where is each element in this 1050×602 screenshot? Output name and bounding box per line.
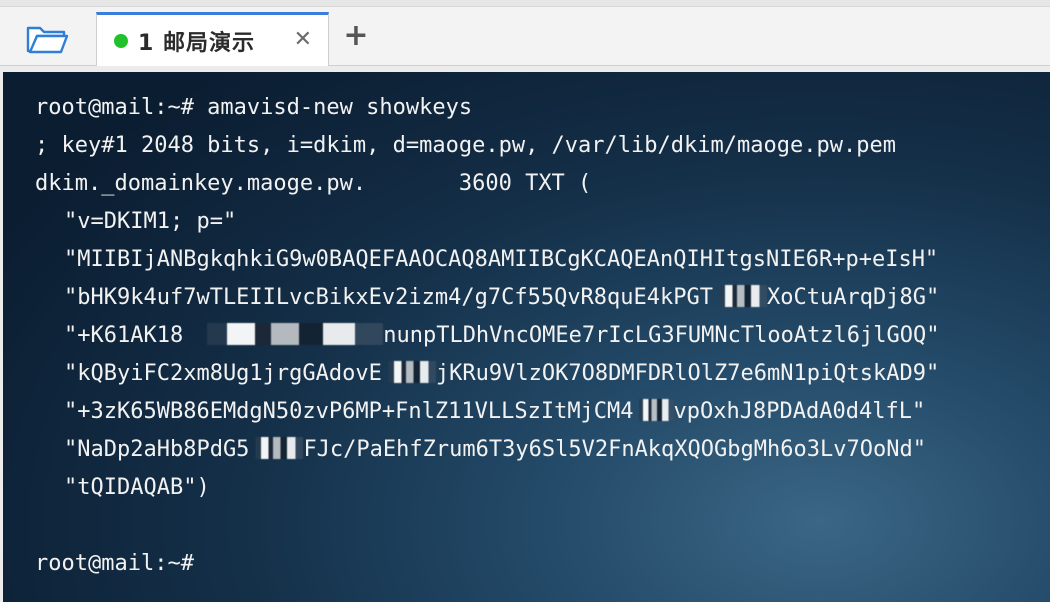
terminal-text: FJc/PaEhfZrum6T3y6Sl5V2FnAkqXQOGbgMh6o3L…: [303, 437, 926, 462]
tab-mail-demo[interactable]: 1 邮局演示 ✕: [96, 12, 329, 66]
terminal-line: "tQIDAQAB"): [64, 475, 210, 500]
redacted-block: [381, 361, 436, 383]
terminal-text: "NaDp2aHb8PdG5: [64, 437, 250, 462]
terminal-line: "bHK9k4uf7wTLEIILvcBikxEv2izm4/g7Cf55QvR…: [64, 284, 939, 312]
tab-title: 邮局演示: [162, 30, 255, 56]
terminal-text: vpOxhJ8PDAdA0d4lfL": [673, 399, 926, 424]
terminal-text: "bHK9k4uf7wTLEIILvcBikxEv2izm4/g7Cf55QvR…: [64, 285, 714, 310]
terminal-line: "kQByiFC2xm8Ug1jrgGAdovE jKRu9VlzOK7O8DMF…: [64, 360, 939, 388]
plus-icon[interactable]: +: [340, 20, 372, 52]
tab-number: 1: [138, 30, 155, 56]
terminal-text: "+3zK65WB86EMdgN50zvP6MP+FnlZ11VLLSzItMj…: [64, 399, 634, 424]
terminal-output[interactable]: root@mail:~# amavisd-new showkeys ; key#…: [3, 72, 1050, 602]
terminal-text: "+K61AK18: [64, 323, 184, 348]
terminal-prompt: root@mail:~#: [35, 551, 194, 576]
terminal-line: "+K61AK18 nunpTLDhVncOMEe7rIcLG3FUMNcTloo…: [64, 322, 940, 350]
redacted-block: [633, 399, 674, 421]
terminal-text: "kQByiFC2xm8Ug1jrgGAdovE: [64, 361, 382, 386]
terminal-line: "v=DKIM1; p=": [64, 209, 237, 234]
redacted-block: [249, 437, 304, 459]
terminal-text: nunpTLDhVncOMEe7rIcLG3FUMNcTlooAtzl6jlGO…: [383, 323, 940, 348]
terminal-line: root@mail:~# amavisd-new showkeys: [35, 95, 473, 120]
tab-bar: 1 邮局演示 ✕ +: [0, 0, 1050, 66]
terminal-line: "+3zK65WB86EMdgN50zvP6MP+FnlZ11VLLSzItMj…: [64, 398, 925, 426]
terminal-text: jKRu9VlzOK7O8DMFDRlOlZ7e6mN1piQtskAD9": [435, 361, 940, 386]
terminal-line: "MIIBIjANBgkqhkiG9w0BAQEFAAOCAQ8AMIIBCgK…: [64, 247, 939, 272]
terminal-line: "NaDp2aHb8PdG5 FJc/PaEhfZrum6T3y6Sl5V2FnA…: [64, 436, 926, 464]
status-dot-icon: [114, 33, 128, 48]
redacted-block: [713, 285, 768, 307]
terminal-line: dkim._domainkey.maoge.pw. 3600 TXT (: [35, 171, 592, 196]
terminal-line: ; key#1 2048 bits, i=dkim, d=maoge.pw, /…: [35, 133, 896, 158]
redacted-block: [183, 323, 384, 345]
tab-label: 1 邮局演示: [138, 25, 255, 57]
terminal-text: XoCtuArqDj8G": [767, 285, 940, 310]
folder-open-icon[interactable]: [22, 20, 72, 58]
close-icon[interactable]: ✕: [294, 29, 312, 51]
